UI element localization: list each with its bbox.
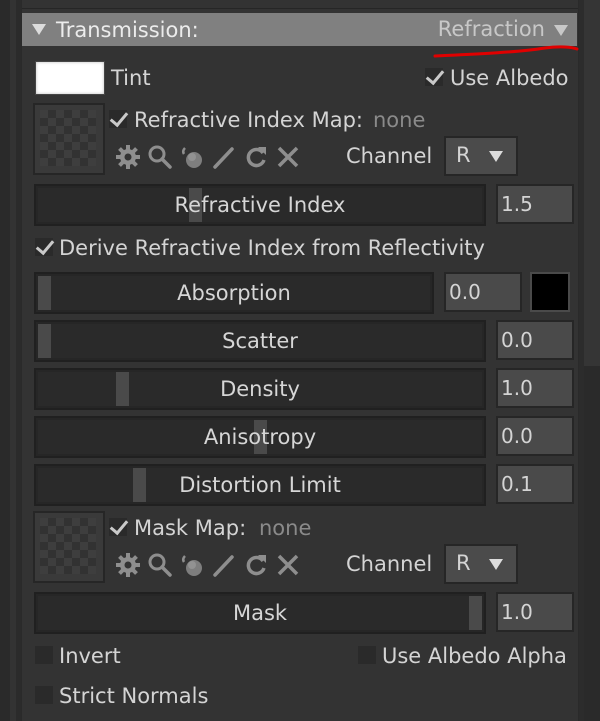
mode-dropdown-label[interactable]: Refraction bbox=[438, 17, 545, 41]
collapse-arrow-icon[interactable] bbox=[32, 24, 46, 35]
mask-map-checkbox[interactable] bbox=[109, 518, 127, 536]
refractive-index-map-channel-dropdown[interactable]: R bbox=[444, 136, 518, 176]
refractive-index-map-thumbnail[interactable] bbox=[33, 103, 105, 175]
input-value: 0.0 bbox=[501, 328, 533, 352]
tint-label: Tint bbox=[111, 66, 151, 90]
section-title: Transmission: bbox=[56, 18, 199, 42]
density-input[interactable]: 1.0 bbox=[496, 368, 574, 408]
distortion-limit-input[interactable]: 0.1 bbox=[496, 464, 574, 504]
invert-label: Invert bbox=[59, 644, 121, 668]
slider-label: Scatter bbox=[222, 329, 298, 353]
gear-icon[interactable] bbox=[115, 552, 141, 578]
mask-map-label: Mask Map: bbox=[134, 516, 247, 540]
anisotropy-input[interactable]: 0.0 bbox=[496, 416, 574, 456]
mask-map-channel-dropdown[interactable]: R bbox=[444, 544, 518, 584]
refractive-index-map-toolbar bbox=[115, 144, 301, 170]
use-albedo-label: Use Albedo bbox=[450, 66, 569, 90]
derive-ior-checkbox[interactable] bbox=[35, 238, 53, 256]
slider-label: Absorption bbox=[177, 281, 291, 305]
input-value: 1.5 bbox=[501, 192, 533, 216]
refractive-index-map-checkbox[interactable] bbox=[109, 110, 127, 128]
material-ball-icon[interactable] bbox=[179, 144, 205, 170]
distortion-limit-slider[interactable]: Distortion Limit bbox=[34, 464, 486, 506]
gear-icon[interactable] bbox=[115, 144, 141, 170]
reload-icon[interactable] bbox=[243, 552, 269, 578]
slider-label: Distortion Limit bbox=[179, 473, 341, 497]
mask-map-value: none bbox=[259, 516, 312, 540]
pencil-icon[interactable] bbox=[211, 552, 237, 578]
close-icon[interactable] bbox=[275, 144, 301, 170]
mask-input[interactable]: 1.0 bbox=[496, 592, 574, 632]
input-value: 0.1 bbox=[501, 472, 533, 496]
slider-label: Mask bbox=[232, 601, 288, 625]
close-icon[interactable] bbox=[275, 552, 301, 578]
input-value: 1.0 bbox=[501, 376, 533, 400]
input-value: 0.0 bbox=[501, 424, 533, 448]
section-header-transmission[interactable]: Transmission: Refraction bbox=[22, 13, 577, 46]
density-slider[interactable]: Density bbox=[34, 368, 486, 410]
search-icon[interactable] bbox=[147, 144, 173, 170]
search-icon[interactable] bbox=[147, 552, 173, 578]
absorption-slider[interactable]: Absorption bbox=[34, 272, 434, 314]
absorption-color-swatch[interactable] bbox=[530, 272, 570, 312]
derive-ior-label: Derive Refractive Index from Reflectivit… bbox=[59, 236, 485, 260]
slider-label: Density bbox=[220, 377, 300, 401]
mask-map-channel-label: Channel bbox=[346, 552, 433, 576]
use-albedo-alpha-label: Use Albedo Alpha bbox=[382, 644, 567, 668]
mode-dropdown-arrow-icon[interactable] bbox=[554, 25, 568, 36]
refractive-index-map-label: Refractive Index Map: bbox=[134, 108, 363, 132]
slider-label: Refractive Index bbox=[174, 193, 346, 217]
reload-icon[interactable] bbox=[243, 144, 269, 170]
outer-frame-left bbox=[0, 0, 10, 721]
red-annotation-underline bbox=[433, 45, 579, 58]
use-albedo-checkbox[interactable] bbox=[425, 68, 443, 86]
material-ball-icon[interactable] bbox=[179, 552, 205, 578]
scatter-input[interactable]: 0.0 bbox=[496, 320, 574, 360]
refractive-index-input[interactable]: 1.5 bbox=[496, 184, 574, 224]
input-value: 0.0 bbox=[449, 280, 481, 304]
previous-section-edge bbox=[22, 0, 578, 9]
refractive-index-slider[interactable]: Refractive Index bbox=[34, 184, 486, 226]
chevron-down-icon bbox=[489, 151, 503, 162]
slider-label: Anisotropy bbox=[203, 425, 317, 449]
mask-map-toolbar bbox=[115, 552, 301, 578]
pencil-icon[interactable] bbox=[211, 144, 237, 170]
scatter-slider[interactable]: Scatter bbox=[34, 320, 486, 362]
refractive-index-map-value: none bbox=[373, 108, 426, 132]
invert-checkbox[interactable] bbox=[35, 646, 53, 664]
anisotropy-slider[interactable]: Anisotropy bbox=[34, 416, 486, 458]
strict-normals-label: Strict Normals bbox=[59, 684, 209, 708]
chevron-down-icon bbox=[489, 559, 503, 570]
mask-slider[interactable]: Mask bbox=[34, 592, 486, 634]
channel-value: R bbox=[456, 551, 471, 575]
refractive-index-map-channel-label: Channel bbox=[346, 144, 433, 168]
tint-color-swatch[interactable] bbox=[35, 61, 105, 95]
absorption-input[interactable]: 0.0 bbox=[444, 272, 522, 312]
scrollbar-lower[interactable] bbox=[584, 366, 600, 721]
mask-map-thumbnail[interactable] bbox=[33, 511, 105, 583]
channel-value: R bbox=[456, 143, 471, 167]
use-albedo-alpha-checkbox[interactable] bbox=[358, 646, 376, 664]
strict-normals-checkbox[interactable] bbox=[35, 686, 53, 704]
input-value: 1.0 bbox=[501, 600, 533, 624]
